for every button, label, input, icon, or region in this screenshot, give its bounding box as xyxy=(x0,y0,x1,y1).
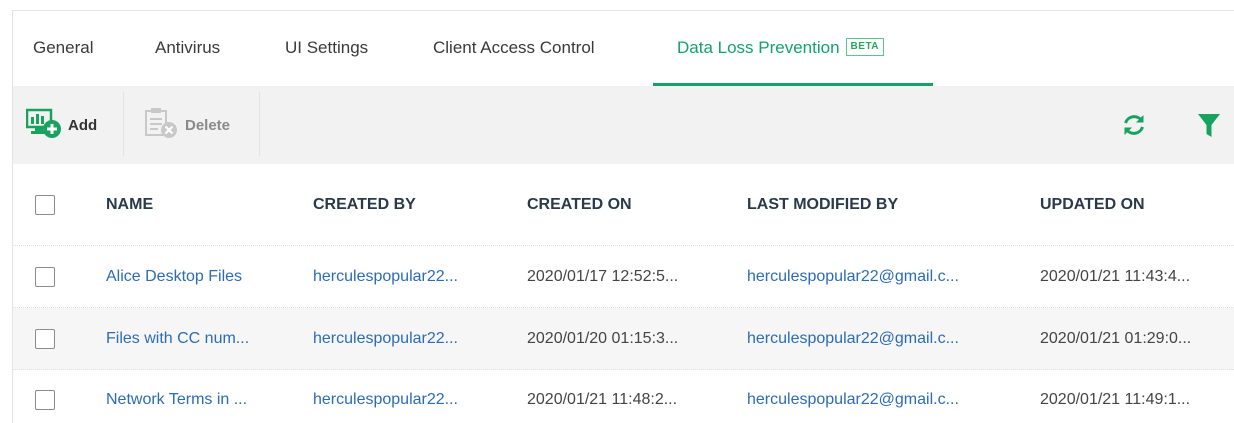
delete-list-icon xyxy=(143,107,179,143)
updated-on-value: 2020/01/21 11:49:1... xyxy=(1040,391,1191,408)
toolbar: Add Delete xyxy=(12,86,1234,164)
refresh-icon[interactable] xyxy=(1121,112,1147,138)
updated-on-value: 2020/01/21 11:43:4... xyxy=(1040,267,1191,285)
row-checkbox[interactable] xyxy=(35,267,55,287)
updated-on-value: 2020/01/21 01:29:0... xyxy=(1040,329,1192,347)
table-row: Network Terms in ... herculespopular22..… xyxy=(13,370,1234,423)
last-modified-by-link[interactable]: herculespopular22@gmail.c... xyxy=(747,370,959,423)
add-monitor-icon xyxy=(25,107,62,143)
filter-icon[interactable] xyxy=(1197,113,1221,139)
delete-button[interactable]: Delete xyxy=(143,86,230,164)
select-all-checkbox[interactable] xyxy=(35,195,55,215)
table-row: Files with CC num... herculespopular22..… xyxy=(13,308,1234,370)
last-modified-by-link[interactable]: herculespopular22@gmail.c... xyxy=(747,308,959,369)
table-header-row: NAME CREATED BY CREATED ON LAST MODIFIED… xyxy=(13,164,1234,246)
left-spacer xyxy=(0,10,12,423)
tab-bar: General Antivirus UI Settings Client Acc… xyxy=(12,10,1234,86)
column-header-name[interactable]: NAME xyxy=(106,164,153,245)
delete-button-label: Delete xyxy=(185,116,231,134)
created-on-value: 2020/01/20 01:15:3... xyxy=(527,329,679,347)
tab-data-loss-prevention[interactable]: Data Loss Prevention BETA xyxy=(677,11,885,87)
created-by-link[interactable]: herculespopular22... xyxy=(313,308,458,369)
add-button-label: Add xyxy=(68,116,98,134)
created-on-value: 2020/01/21 11:48:2... xyxy=(527,391,678,408)
tab-general[interactable]: General xyxy=(33,11,93,87)
table-row: Alice Desktop Files herculespopular22...… xyxy=(13,246,1234,308)
policy-name-link[interactable]: Alice Desktop Files xyxy=(106,246,242,307)
policies-table: NAME CREATED BY CREATED ON LAST MODIFIED… xyxy=(12,164,1234,423)
row-checkbox[interactable] xyxy=(35,390,55,410)
created-by-link[interactable]: herculespopular22... xyxy=(313,246,458,307)
column-header-updated-on[interactable]: UPDATED ON xyxy=(1040,164,1145,245)
created-on-value: 2020/01/17 12:52:5... xyxy=(527,267,679,285)
column-header-created-by[interactable]: CREATED BY xyxy=(313,164,416,245)
add-button[interactable]: Add xyxy=(25,86,98,164)
policy-name-link[interactable]: Network Terms in ... xyxy=(106,370,247,423)
tab-data-loss-prevention-label: Data Loss Prevention xyxy=(677,38,840,57)
tab-client-access-control[interactable]: Client Access Control xyxy=(433,11,595,87)
top-spacer xyxy=(0,0,1234,10)
policy-name-link[interactable]: Files with CC num... xyxy=(106,308,249,369)
toolbar-divider xyxy=(123,92,124,156)
tab-ui-settings[interactable]: UI Settings xyxy=(285,11,368,87)
last-modified-by-link[interactable]: herculespopular22@gmail.c... xyxy=(747,246,959,307)
tab-antivirus[interactable]: Antivirus xyxy=(155,11,220,87)
column-header-created-on[interactable]: CREATED ON xyxy=(527,164,632,245)
toolbar-divider xyxy=(259,92,260,156)
beta-badge: BETA xyxy=(845,37,885,56)
created-by-link[interactable]: herculespopular22... xyxy=(313,370,458,423)
column-header-last-modified-by[interactable]: LAST MODIFIED BY xyxy=(747,164,898,245)
row-checkbox[interactable] xyxy=(35,329,55,349)
